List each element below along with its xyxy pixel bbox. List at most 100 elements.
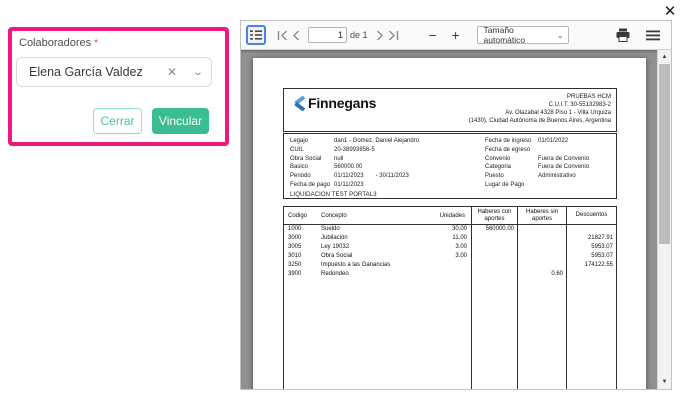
pdf-viewer-body: Finnegans PRUEBAS HCM C.U.I.T. 30-5513298… [241,50,671,389]
table-cell: 3.00 [455,244,467,250]
zoom-select[interactable]: Tamaño automático ⌄ [476,25,569,45]
payslip-page: Finnegans PRUEBAS HCM C.U.I.T. 30-5513298… [253,58,646,389]
table-cell: Redondeo [321,271,349,277]
info-label: Fecha de egreso [485,146,531,153]
table-cell: 1000 [288,226,302,232]
collaborator-select-value: Elena García Valdez [29,65,143,79]
table-cell: 3010 [288,253,302,259]
table-cell [471,252,517,261]
info-row: Puesto Administrativo [485,173,589,182]
collaborators-label: Colaboradores * [19,37,98,49]
pdf-viewer: de 1 − + Tamaño automático ⌄ [240,20,672,390]
table-row: 3250 Impuesto a las Ganancias 174122.55 [284,261,616,270]
filler-cell [432,279,471,389]
table-cell: 0.60 [517,270,566,279]
employee-info-left: Legajo dan1 - Gomez, Daniel Alejandro CUIL… [290,138,419,191]
company-info-line: (1430), Ciudad Autónoma de Buenos Aires,… [468,118,611,124]
table-cell: 174122.55 [566,261,616,270]
table-cell [432,261,471,270]
info-label: Basico [290,164,309,171]
info-row: Periodo 01/11/2023 - 30/11/2023 [290,173,419,182]
close-icon[interactable]: ✕ [658,0,682,22]
info-value: 01/01/2022 [538,138,569,144]
table-cell: 21827.91 [566,234,616,243]
company-info-line: PRUEBAS HCM [566,94,611,100]
table-row: 3000 Jubilación 11.00 21827.91 [284,234,616,243]
info-label: Puesto [485,173,504,180]
liquidacion-title: LIQUIDACION TEST PORTAL3 [290,192,377,198]
table-cell: Ley 19032 [321,244,350,250]
table-cell: 3900 [288,271,302,277]
info-value: Fuera de Convenio [538,155,590,162]
info-row: CUIL 20-38993856-5 [290,147,419,156]
info-value: 20-38993856-5 [334,146,375,153]
info-row: Convenio Fuera de Convenio [485,156,589,165]
sidebar-toggle-button[interactable] [246,25,266,45]
info-label: Periodo [290,173,311,180]
info-label: Lugar de Pago [485,181,525,188]
chevron-down-icon[interactable]: ⌄ [180,67,216,78]
info-value: Administrativo [538,173,576,180]
vincular-button[interactable]: Vincular [152,108,209,134]
scroll-up-icon[interactable]: ▲ [658,54,671,60]
filler-cell [517,279,566,389]
collaborators-label-text: Colaboradores [19,37,92,49]
column-header: Haberes sin aportes [517,207,566,224]
last-page-icon [389,30,399,40]
table-cell: Impuesto a las Ganancias [321,262,391,268]
table-row: 3005 Ley 19032 3.00 5953.07 [284,243,616,252]
table-cell [517,243,566,252]
table-cell [471,261,517,270]
print-button[interactable] [613,25,633,45]
table-row: 3010 Obra Social 3.00 5953.07 [284,252,616,261]
table-cell [432,270,471,279]
table-cell [517,225,566,234]
vertical-scrollbar[interactable]: ▲ ▼ [657,50,671,389]
info-label: Convenio [485,155,511,162]
table-cell: Jubilación [321,235,348,241]
column-header: Concepto [321,212,347,219]
column-header: Unidades [439,212,465,219]
last-page-button[interactable] [387,26,401,44]
next-page-button[interactable] [373,26,387,44]
table-cell: Obra Social [321,253,353,259]
zoom-select-chevron-icon: ⌄ [556,30,564,40]
company-info-line: C.U.I.T. 30-55132983-2 [548,102,611,108]
column-header: Codigo [288,212,308,219]
menu-button[interactable] [643,25,663,45]
zoom-in-button[interactable]: + [448,26,464,44]
column-header: Haberes con aportes [471,207,517,224]
zoom-out-button[interactable]: − [425,26,441,44]
first-page-button[interactable] [275,26,289,44]
previous-page-button[interactable] [289,26,303,44]
table-row: 1000 Sueldo 30.00 560000.00 [284,225,616,234]
table-cell: Sueldo [321,226,340,232]
finnegans-logo: Finnegans [292,95,376,111]
info-value: - 30/11/2023 [375,173,409,180]
pdf-toolbar: de 1 − + Tamaño automático ⌄ [241,21,671,50]
info-value: 01/11/2023 [334,181,364,188]
cerrar-button[interactable]: Cerrar [93,108,142,134]
company-info-line: Av. Olazabal 4328 Piso 1 - Villa Urquiza [505,110,611,116]
page-number-input[interactable] [308,27,347,43]
print-icon [616,28,630,42]
scrollbar-thumb[interactable] [659,64,670,244]
collaborator-select[interactable]: Elena García Valdez ✕ ⌄ [16,57,212,87]
info-row: Lugar de Pago [485,182,589,191]
first-page-icon [277,30,287,40]
previous-page-icon [292,30,299,40]
table-cell: 3.00 [455,253,467,259]
info-label: Obra Social [290,155,322,162]
info-label: Fecha de ingreso [485,138,532,144]
filler-cell [320,279,432,389]
info-value: dan1 - Gomez, Daniel Alejandro [334,138,420,144]
required-asterisk: * [94,38,99,49]
info-value: 560000.00 [334,164,363,171]
table-cell [471,243,517,252]
table-cell [471,234,517,243]
table-cell [517,234,566,243]
filler-cell [284,279,320,389]
paytable-header: Codigo Concepto Unidades Haberes con aporte… [284,207,616,225]
table-cell [566,270,616,279]
scroll-down-icon[interactable]: ▼ [658,379,671,385]
